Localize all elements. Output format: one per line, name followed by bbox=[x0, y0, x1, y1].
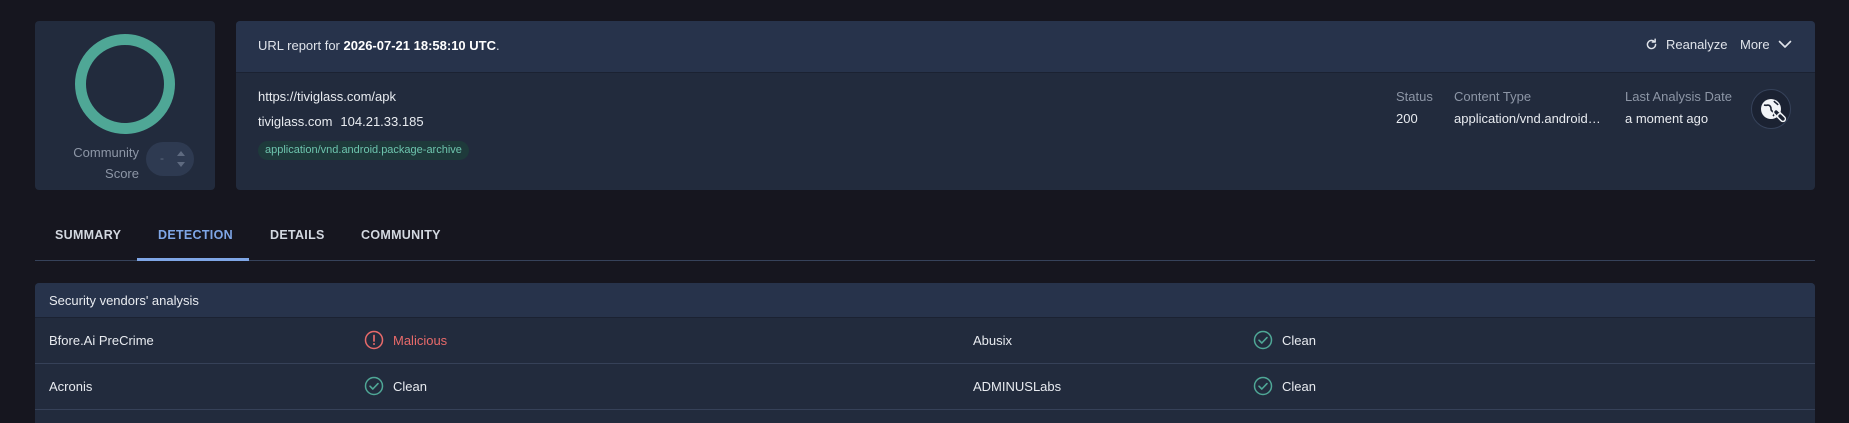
vendor-result-label: Clean bbox=[1282, 378, 1316, 394]
check-circle-icon bbox=[1253, 330, 1273, 350]
community-score-label: Community Score bbox=[73, 145, 139, 181]
globe-link-icon bbox=[1761, 99, 1787, 123]
meta-last-analysis-value: a moment ago bbox=[1625, 111, 1709, 126]
refresh-icon bbox=[1646, 38, 1657, 50]
report-tabs: SUMMARY DETECTION DETAILS COMMUNITY bbox=[35, 211, 1815, 261]
stepper-value: - bbox=[160, 151, 164, 165]
tab-summary[interactable]: SUMMARY bbox=[55, 228, 121, 242]
vendors-analysis-title: Security vendors' analysis bbox=[35, 283, 1815, 318]
vendor-result-label: Clean bbox=[1282, 332, 1316, 348]
content-type-tag[interactable]: application/vnd.android.package-archive bbox=[258, 141, 469, 160]
score-ring-icon bbox=[75, 34, 175, 134]
reanalyze-button[interactable]: Reanalyze bbox=[1645, 37, 1727, 52]
check-circle-icon bbox=[364, 376, 384, 396]
reanalyze-label: Reanalyze bbox=[1666, 37, 1728, 52]
check-circle-icon bbox=[1253, 376, 1273, 396]
meta-status: Status 200 bbox=[1396, 89, 1433, 126]
meta-last-analysis: Last Analysis Date a moment ago bbox=[1625, 89, 1732, 126]
vendors-analysis-table: Security vendors' analysis Bfore.Ai PreC… bbox=[35, 283, 1815, 423]
report-title: URL report for 2026-07-21 18:58:10 UTC. bbox=[258, 38, 500, 53]
tab-detection[interactable]: DETECTION bbox=[158, 228, 233, 242]
more-label: More bbox=[1740, 37, 1770, 52]
url-report-card: URL report for 2026-07-21 18:58:10 UTC. … bbox=[236, 21, 1815, 190]
community-score-stepper[interactable]: - bbox=[146, 142, 194, 176]
vendor-name: Bfore.Ai PreCrime bbox=[49, 333, 154, 348]
table-row: Acronis Clean ADMINUSLabs Clean bbox=[35, 364, 1815, 410]
table-row: Bfore.Ai PreCrime Malicious Abusix Clean bbox=[35, 318, 1815, 364]
report-date: 2026-07-21 18:58:10 UTC bbox=[343, 38, 496, 53]
vendor-result-label: Malicious bbox=[393, 332, 448, 348]
report-url[interactable]: https://tiviglass.com/apk bbox=[258, 89, 396, 104]
meta-content-type: Content Type application/vnd.android.pac… bbox=[1454, 89, 1604, 126]
meta-content-type-label: Content Type bbox=[1454, 89, 1532, 104]
host-name[interactable]: tiviglass.com bbox=[258, 114, 332, 129]
community-score-card: Community Score - bbox=[35, 21, 215, 190]
vendor-result: Clean bbox=[1253, 376, 1316, 396]
active-tab-indicator bbox=[137, 258, 249, 261]
stepper-up-icon[interactable] bbox=[177, 151, 185, 156]
globe-link-button[interactable] bbox=[1751, 89, 1791, 129]
meta-status-value: 200 bbox=[1396, 111, 1418, 126]
tab-community[interactable]: COMMUNITY bbox=[361, 228, 441, 242]
meta-status-label: Status bbox=[1396, 89, 1433, 104]
tab-details[interactable]: DETAILS bbox=[270, 228, 325, 242]
report-host: tiviglass.com 104.21.33.185 bbox=[258, 114, 424, 129]
report-header: URL report for 2026-07-21 18:58:10 UTC. … bbox=[236, 21, 1815, 73]
stepper-down-icon[interactable] bbox=[177, 162, 185, 167]
vendor-name: Acronis bbox=[49, 379, 93, 394]
vendor-name: Abusix bbox=[973, 333, 1013, 348]
vendor-result: Malicious bbox=[364, 330, 447, 350]
chevron-down-icon bbox=[1778, 40, 1791, 48]
host-ip[interactable]: 104.21.33.185 bbox=[340, 114, 423, 129]
more-menu-button[interactable]: More bbox=[1740, 37, 1792, 52]
meta-last-analysis-label: Last Analysis Date bbox=[1625, 89, 1732, 104]
alert-circle-icon bbox=[364, 330, 384, 350]
vendor-name: ADMINUSLabs bbox=[973, 379, 1062, 394]
vendor-result-label: Clean bbox=[393, 378, 427, 394]
vendor-result: Clean bbox=[1253, 330, 1316, 350]
vendor-result: Clean bbox=[364, 376, 427, 396]
meta-content-type-value: application/vnd.android.package-archive bbox=[1454, 111, 1604, 126]
